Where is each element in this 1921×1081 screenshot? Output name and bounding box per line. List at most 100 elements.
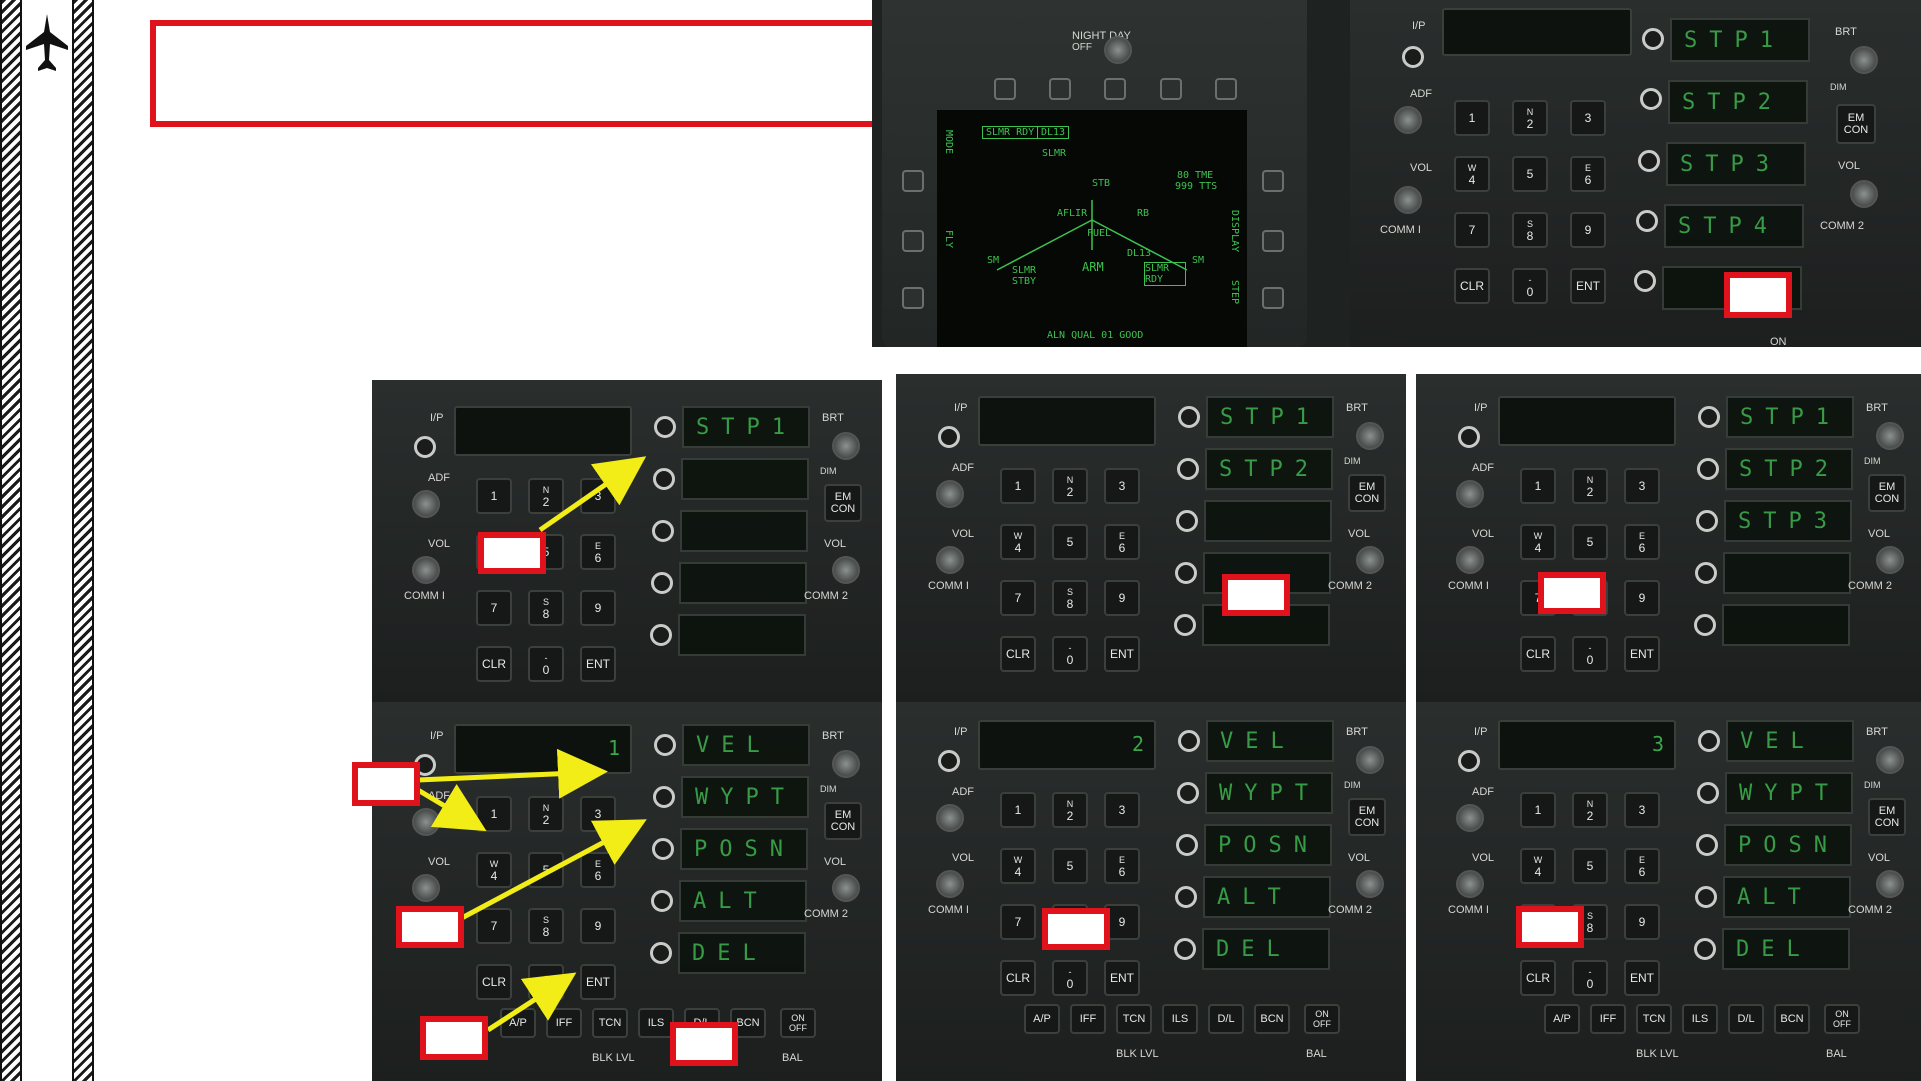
brt-knob[interactable] (1850, 46, 1878, 74)
ip-button[interactable] (1402, 46, 1424, 68)
clr-key[interactable]: CLR (1000, 960, 1036, 996)
onoff-button[interactable]: ON OFF (1304, 1004, 1340, 1034)
keypad-key-6[interactable]: E6 (1104, 848, 1140, 884)
keypad-key-5[interactable]: 5 (528, 852, 564, 888)
function-key-ap[interactable]: A/P (500, 1008, 536, 1038)
function-key-ap[interactable]: A/P (1544, 1004, 1580, 1034)
ddi-right-pb-3[interactable] (1262, 287, 1284, 309)
option-select-2[interactable] (653, 786, 675, 808)
clr-key[interactable]: CLR (1454, 268, 1490, 304)
comm2-knob[interactable] (1356, 870, 1384, 898)
ip-button[interactable] (1458, 750, 1480, 772)
emcon-button[interactable]: EM CON (824, 484, 862, 522)
option-window-5[interactable] (1722, 604, 1850, 646)
keypad-key-8[interactable]: S8 (528, 590, 564, 626)
option-window-2[interactable]: STP2 (1725, 448, 1853, 490)
option-select-1[interactable] (1698, 406, 1720, 428)
comm2-knob[interactable] (1876, 870, 1904, 898)
keypad-key-7[interactable]: 7 (1454, 212, 1490, 248)
ip-button[interactable] (938, 426, 960, 448)
option-window-4[interactable]: ALT (1723, 876, 1851, 918)
function-key-iff[interactable]: IFF (546, 1008, 582, 1038)
keypad-key-3[interactable]: 3 (1104, 468, 1140, 504)
ip-button[interactable] (414, 436, 436, 458)
clr-key[interactable]: CLR (1520, 636, 1556, 672)
clr-key[interactable]: CLR (1000, 636, 1036, 672)
ddi-top-pb-5[interactable] (1215, 78, 1237, 100)
option-window-1[interactable]: VEL (1206, 720, 1334, 762)
function-key-bcn[interactable]: BCN (1254, 1004, 1290, 1034)
option-select-4[interactable] (1175, 562, 1197, 584)
keypad-key-8[interactable]: S8 (1052, 580, 1088, 616)
brt-knob[interactable] (1876, 746, 1904, 774)
keypad-key-8[interactable]: S8 (528, 908, 564, 944)
function-key-tcn[interactable]: TCN (1636, 1004, 1672, 1034)
keypad-key-5[interactable]: 5 (1052, 524, 1088, 560)
option-select-1[interactable] (1178, 406, 1200, 428)
keypad-key-5[interactable]: 5 (1572, 848, 1608, 884)
option-select-2[interactable] (1177, 458, 1199, 480)
comm1-knob[interactable] (412, 874, 440, 902)
keypad-key-6[interactable]: E6 (1624, 524, 1660, 560)
option-select-2[interactable] (1697, 782, 1719, 804)
keypad-key-7[interactable]: 7 (476, 908, 512, 944)
option-select-3[interactable] (1696, 510, 1718, 532)
ent-key[interactable]: ENT (1624, 636, 1660, 672)
ddi-left-pb-3[interactable] (902, 287, 924, 309)
option-select-1[interactable] (1642, 28, 1664, 50)
option-window-stp3[interactable]: STP3 (1666, 142, 1806, 186)
function-key-dl[interactable]: D/L (1728, 1004, 1764, 1034)
option-select-5[interactable] (650, 624, 672, 646)
option-select-5[interactable] (1174, 938, 1196, 960)
keypad-key-8[interactable]: S8 (1512, 212, 1548, 248)
option-window-5[interactable]: DEL (1202, 928, 1330, 970)
function-key-bcn[interactable]: BCN (1774, 1004, 1810, 1034)
keypad-key-6[interactable]: E6 (580, 852, 616, 888)
option-select-4[interactable] (1175, 886, 1197, 908)
keypad-key-6[interactable]: E6 (580, 534, 616, 570)
option-window-4[interactable] (679, 562, 807, 604)
option-window-5[interactable]: DEL (1722, 928, 1850, 970)
keypad-key-2[interactable]: N2 (528, 478, 564, 514)
keypad-key-1[interactable]: 1 (1520, 468, 1556, 504)
brt-knob[interactable] (832, 432, 860, 460)
comm2-knob[interactable] (832, 874, 860, 902)
option-select-1[interactable] (1698, 730, 1720, 752)
keypad-key-0[interactable]: -0 (528, 646, 564, 682)
onoff-button[interactable]: ON OFF (1824, 1004, 1860, 1034)
option-select-2[interactable] (1640, 88, 1662, 110)
keypad-key-0[interactable]: -0 (1052, 960, 1088, 996)
keypad-key-9[interactable]: 9 (580, 908, 616, 944)
keypad-key-0[interactable]: -0 (528, 964, 564, 1000)
option-window-1[interactable]: STP1 (682, 406, 810, 448)
option-select-4[interactable] (1636, 210, 1658, 232)
night-day-knob[interactable] (1104, 36, 1132, 64)
emcon-button[interactable]: EM CON (1348, 798, 1386, 836)
keypad-key-2[interactable]: N2 (1512, 100, 1548, 136)
keypad-key-6[interactable]: E6 (1104, 524, 1140, 560)
option-window-3[interactable] (680, 510, 808, 552)
ent-key[interactable]: ENT (1570, 268, 1606, 304)
option-window-4[interactable]: ALT (679, 880, 807, 922)
keypad-key-0[interactable]: -0 (1052, 636, 1088, 672)
adf-knob[interactable] (1456, 804, 1484, 832)
ip-button[interactable] (938, 750, 960, 772)
keypad-key-1[interactable]: 1 (476, 796, 512, 832)
keypad-key-2[interactable]: N2 (528, 796, 564, 832)
option-window-stp4[interactable]: STP4 (1664, 204, 1804, 248)
ddi-top-pb-1[interactable] (994, 78, 1016, 100)
keypad-key-3[interactable]: 3 (1570, 100, 1606, 136)
ent-key[interactable]: ENT (1104, 636, 1140, 672)
option-window-3[interactable]: POSN (1724, 824, 1852, 866)
brt-knob[interactable] (1356, 746, 1384, 774)
keypad-key-3[interactable]: 3 (1624, 468, 1660, 504)
ddi-top-pb-2[interactable] (1049, 78, 1071, 100)
clr-key[interactable]: CLR (476, 646, 512, 682)
option-select-5[interactable] (650, 942, 672, 964)
comm2-knob[interactable] (832, 556, 860, 584)
keypad-key-3[interactable]: 3 (1104, 792, 1140, 828)
ddi-left-pb-1[interactable] (902, 170, 924, 192)
keypad-key-0[interactable]: -0 (1512, 268, 1548, 304)
ddi-top-pb-3[interactable] (1104, 78, 1126, 100)
ddi-right-pb-1[interactable] (1262, 170, 1284, 192)
